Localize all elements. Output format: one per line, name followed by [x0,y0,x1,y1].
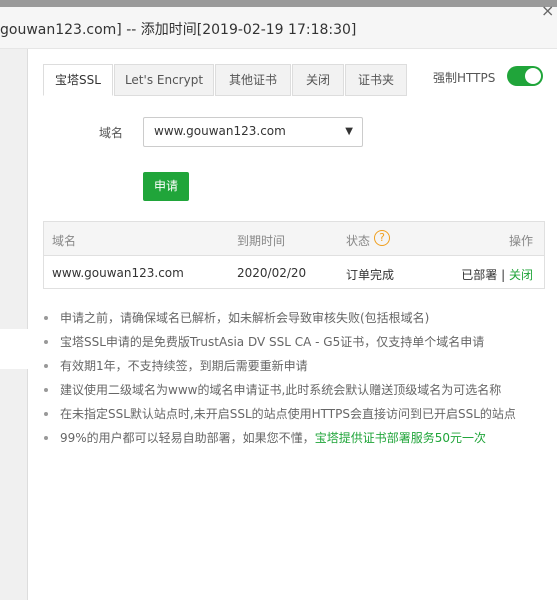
tab-close[interactable]: 关闭 [292,64,344,96]
action-separator: | [497,268,509,282]
dialog-title: gouwan123.com] -- 添加时间[2019-02-19 17:18:… [0,22,357,38]
table-row: www.gouwan123.com 2020/02/20 订单完成 已部署 | … [44,256,544,289]
domain-select-value: www.gouwan123.com [154,124,286,138]
close-ssl-link[interactable]: 关闭 [509,268,533,282]
window-top-strip [0,0,557,7]
tab-baota-ssl[interactable]: 宝塔SSL [43,64,113,96]
notes-list: 申请之前，请确保域名已解析，如未解析会导致审核失败(包括根域名) 宝塔SSL申请… [44,310,544,454]
note-text: 申请之前，请确保域名已解析，如未解析会导致审核失败(包括根域名) [60,311,430,325]
header-expiry: 到期时间 [237,234,286,248]
close-icon[interactable]: × [541,1,554,20]
note-text: 在未指定SSL默认站点时,未开启SSL的站点使用HTTPS会直接访问到已开启SS… [60,407,516,421]
header-domain: 域名 [52,234,77,248]
tab-lets-encrypt[interactable]: Let's Encrypt [114,64,214,96]
help-icon[interactable]: ? [374,230,390,246]
left-sidebar [0,49,28,600]
row-actions: 已部署 | 关闭 [461,266,533,283]
table-header: 域名 到期时间 状态 ? 操作 [44,222,544,256]
deployed-label: 已部署 [461,268,498,282]
note-text: 99%的用户都可以轻易自助部署，如果您不懂， [60,431,315,445]
domain-label: 域名 [99,126,124,140]
list-item: 建议使用二级域名为www的域名申请证书,此时系统会默认赠送顶级域名为可选名称 [44,382,544,406]
force-https-label: 强制HTTPS [433,71,496,85]
list-item: 宝塔SSL申请的是免费版TrustAsia DV SSL CA - G5证书，仅… [44,334,544,358]
list-item: 有效期1年，不支持续签，到期后需要重新申请 [44,358,544,382]
row-status: 订单完成 [346,268,395,282]
tab-cert-folder[interactable]: 证书夹 [345,64,407,96]
toggle-knob [525,68,541,84]
list-item: 99%的用户都可以轻易自助部署，如果您不懂，宝塔提供证书部署服务50元一次 [44,430,544,454]
deploy-service-link[interactable]: 宝塔提供证书部署服务50元一次 [315,431,486,445]
tab-other-certs[interactable]: 其他证书 [215,64,291,96]
header-actions: 操作 [508,234,533,248]
sidebar-active-item[interactable] [0,329,28,369]
note-text: 宝塔SSL申请的是免费版TrustAsia DV SSL CA - G5证书，仅… [60,335,485,349]
header-status: 状态 [346,234,371,248]
dialog-titlebar: gouwan123.com] -- 添加时间[2019-02-19 17:18:… [0,1,557,49]
list-item: 申请之前，请确保域名已解析，如未解析会导致审核失败(包括根域名) [44,310,544,334]
list-item: 在未指定SSL默认站点时,未开启SSL的站点使用HTTPS会直接访问到已开启SS… [44,406,544,430]
apply-button[interactable]: 申请 [143,172,189,201]
cert-table: 域名 到期时间 状态 ? 操作 www.gouwan123.com 2020/0… [43,221,545,289]
row-expiry: 2020/02/20 [237,266,307,280]
domain-select[interactable]: www.gouwan123.com ▼ [143,117,363,147]
note-text: 建议使用二级域名为www的域名申请证书,此时系统会默认赠送顶级域名为可选名称 [60,383,502,397]
row-domain: www.gouwan123.com [52,266,184,280]
force-https-toggle[interactable] [507,66,543,86]
chevron-down-icon: ▼ [345,126,353,137]
note-text: 有效期1年，不支持续签，到期后需要重新申请 [60,359,308,373]
